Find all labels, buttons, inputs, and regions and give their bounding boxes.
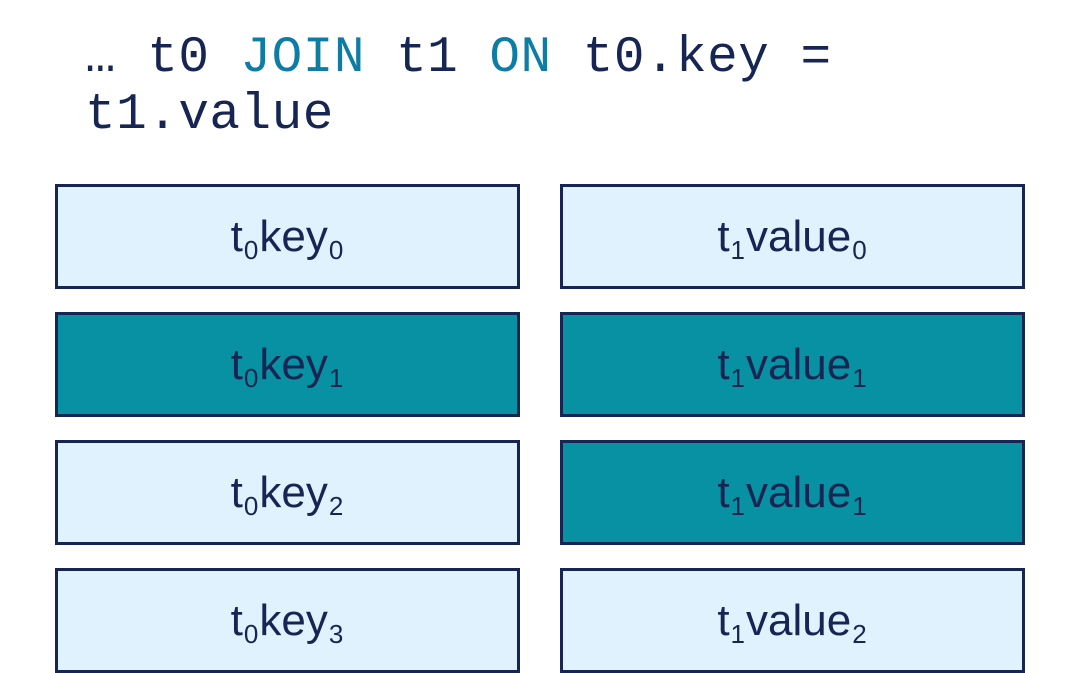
cell-name: value <box>746 468 851 518</box>
cell-prefix-sub: 0 <box>243 491 259 522</box>
cell-prefix: t <box>717 596 729 646</box>
cell-name: key <box>259 596 327 646</box>
cell-prefix-sub: 1 <box>730 491 746 522</box>
heading-t0: t0 <box>147 30 209 87</box>
cell-name-sub: 1 <box>328 363 344 394</box>
left-cell: t0key3 <box>55 568 520 673</box>
cell-prefix-sub: 1 <box>730 619 746 650</box>
heading-eq: = <box>800 30 831 87</box>
cell-prefix: t <box>717 468 729 518</box>
cell-name-sub: 1 <box>851 363 867 394</box>
heading-rhs: t1.value <box>85 87 334 144</box>
heading-join-keyword: JOIN <box>241 30 365 87</box>
cell-name-sub: 2 <box>851 619 867 650</box>
heading-t1: t1 <box>396 30 458 87</box>
cell-name: key <box>259 468 327 518</box>
cell-name: key <box>259 212 327 262</box>
cell-prefix: t <box>231 596 243 646</box>
cell-prefix: t <box>717 340 729 390</box>
left-cell: t0key2 <box>55 440 520 545</box>
cell-prefix-sub: 1 <box>730 363 746 394</box>
cell-name: key <box>259 340 327 390</box>
cell-prefix-sub: 0 <box>243 235 259 266</box>
diagram-grid: t0key0t1value0t0key1t1value1t0key2t1valu… <box>55 184 1025 673</box>
cell-prefix: t <box>231 212 243 262</box>
cell-name-sub: 0 <box>851 235 867 266</box>
right-cell: t1value0 <box>560 184 1025 289</box>
heading-ellipsis: … <box>85 30 116 87</box>
right-cell: t1value1 <box>560 312 1025 417</box>
cell-prefix: t <box>717 212 729 262</box>
cell-prefix-sub: 0 <box>243 363 259 394</box>
cell-name-sub: 2 <box>328 491 344 522</box>
cell-prefix-sub: 1 <box>730 235 746 266</box>
left-cell: t0key0 <box>55 184 520 289</box>
cell-name: value <box>746 212 851 262</box>
cell-prefix-sub: 0 <box>243 619 259 650</box>
left-cell: t0key1 <box>55 312 520 417</box>
sql-heading: … t0 JOIN t1 ON t0.key = t1.value <box>55 30 1025 144</box>
cell-name: value <box>746 340 851 390</box>
cell-prefix: t <box>231 340 243 390</box>
cell-name-sub: 3 <box>328 619 344 650</box>
cell-name-sub: 1 <box>851 491 867 522</box>
cell-name-sub: 0 <box>328 235 344 266</box>
heading-lhs: t0.key <box>583 30 770 87</box>
heading-on-keyword: ON <box>489 30 551 87</box>
right-cell: t1value1 <box>560 440 1025 545</box>
cell-prefix: t <box>231 468 243 518</box>
right-cell: t1value2 <box>560 568 1025 673</box>
cell-name: value <box>746 596 851 646</box>
